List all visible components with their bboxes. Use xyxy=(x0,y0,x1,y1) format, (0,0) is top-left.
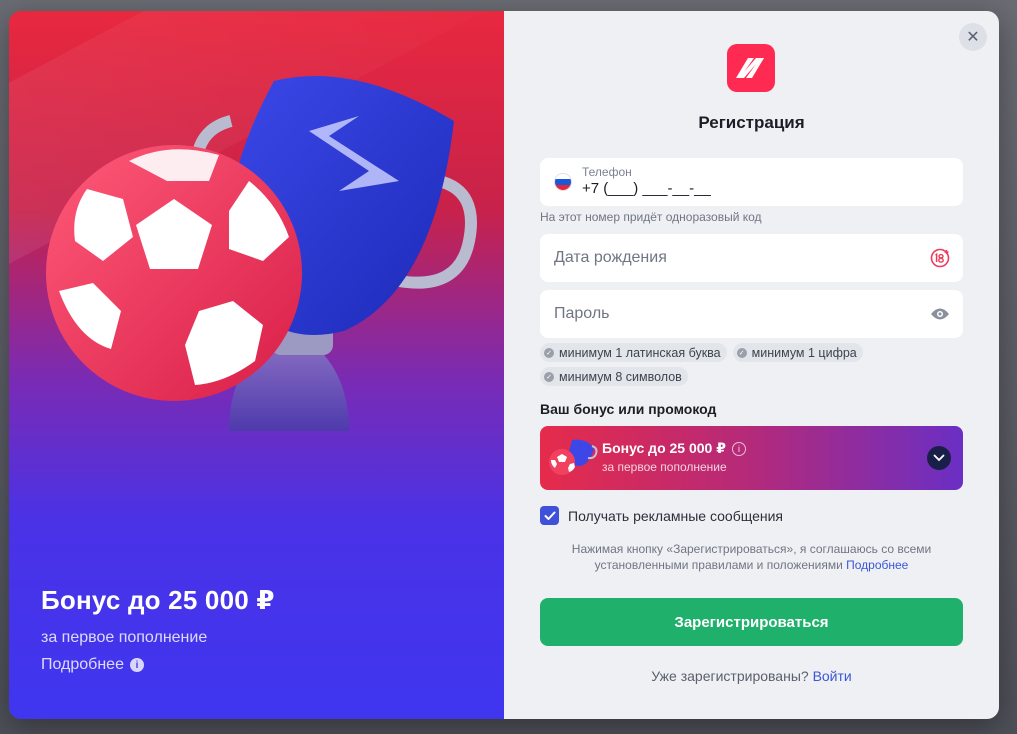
login-link[interactable]: Войти xyxy=(813,668,852,684)
bonus-trophy-ball-icon xyxy=(549,439,598,475)
close-icon: ✕ xyxy=(966,29,980,46)
check-icon xyxy=(544,511,555,520)
russia-flag-icon xyxy=(554,173,572,191)
eye-icon[interactable] xyxy=(929,303,951,325)
age-18-plus-icon xyxy=(929,247,951,269)
birthdate-input[interactable]: Дата рождения xyxy=(554,249,667,267)
check-icon: ✓ xyxy=(544,371,554,382)
password-rules: ✓ минимум 1 латинская буква ✓ минимум 1 … xyxy=(540,343,970,386)
bonus-title: Бонус до 25 000 ₽ xyxy=(602,440,726,456)
promo-title: Бонус до 25 000 ₽ xyxy=(41,585,275,615)
football-icon xyxy=(46,145,302,401)
ads-consent-label: Получать рекламные сообщения xyxy=(568,507,784,524)
birthdate-field[interactable]: Дата рождения xyxy=(540,234,963,282)
password-rule-label: минимум 1 цифра xyxy=(751,345,857,360)
ads-consent-row[interactable]: Получать рекламные сообщения xyxy=(540,506,783,525)
bonus-title-row: Бонус до 25 000 ₽ i xyxy=(602,440,746,457)
phone-hint: На этот номер придёт одноразовый код xyxy=(540,210,762,224)
promo-more-label: Подробнее xyxy=(41,656,124,673)
flag-stripe-red xyxy=(555,184,571,190)
registration-modal: Бонус до 25 000 ₽ за первое пополнение П… xyxy=(9,11,999,719)
chevron-down-icon[interactable] xyxy=(927,446,951,470)
register-button[interactable]: Зарегистрироваться xyxy=(540,598,963,646)
registration-form: ✕ Регистрация Телефон +7 (___) ___-__-__… xyxy=(504,11,999,719)
brand-logo xyxy=(727,44,775,92)
terms-more-link[interactable]: Подробнее xyxy=(846,558,908,572)
info-icon[interactable]: i xyxy=(731,441,746,456)
phone-input[interactable]: +7 (___) ___-__-__ xyxy=(582,180,711,197)
password-rule: ✓ минимум 1 цифра xyxy=(732,343,863,362)
password-rule: ✓ минимум 8 символов xyxy=(540,367,688,386)
password-input[interactable]: Пароль xyxy=(554,305,610,323)
close-button[interactable]: ✕ xyxy=(959,23,987,51)
login-row: Уже зарегистрированы? Войти xyxy=(504,668,999,684)
promo-more-link[interactable]: Подробнее i xyxy=(41,656,144,674)
bonus-selector[interactable]: Бонус до 25 000 ₽ i за первое пополнение xyxy=(540,426,963,490)
check-icon: ✓ xyxy=(544,347,554,358)
password-rule: ✓ минимум 1 латинская буква xyxy=(540,343,727,362)
promo-panel: Бонус до 25 000 ₽ за первое пополнение П… xyxy=(9,11,504,719)
check-icon: ✓ xyxy=(736,347,747,358)
promo-subtitle: за первое пополнение xyxy=(41,629,208,646)
promo-illustration xyxy=(46,76,477,431)
password-rule-label: минимум 8 символов xyxy=(559,369,682,384)
terms-text: Нажимая кнопку «Зарегистрироваться», я с… xyxy=(540,541,963,573)
bonus-subtitle: за первое пополнение xyxy=(602,460,727,474)
phone-label: Телефон xyxy=(582,165,632,179)
login-prompt: Уже зарегистрированы? xyxy=(651,668,813,684)
brand-logo-icon xyxy=(736,58,764,78)
form-title: Регистрация xyxy=(698,113,805,132)
ads-consent-checkbox[interactable] xyxy=(540,506,559,525)
password-rule-label: минимум 1 латинская буква xyxy=(559,345,721,360)
bonus-heading: Ваш бонус или промокод xyxy=(540,401,717,417)
info-icon: i xyxy=(129,658,144,672)
password-field[interactable]: Пароль xyxy=(540,290,963,338)
phone-field[interactable]: Телефон +7 (___) ___-__-__ xyxy=(540,158,963,206)
